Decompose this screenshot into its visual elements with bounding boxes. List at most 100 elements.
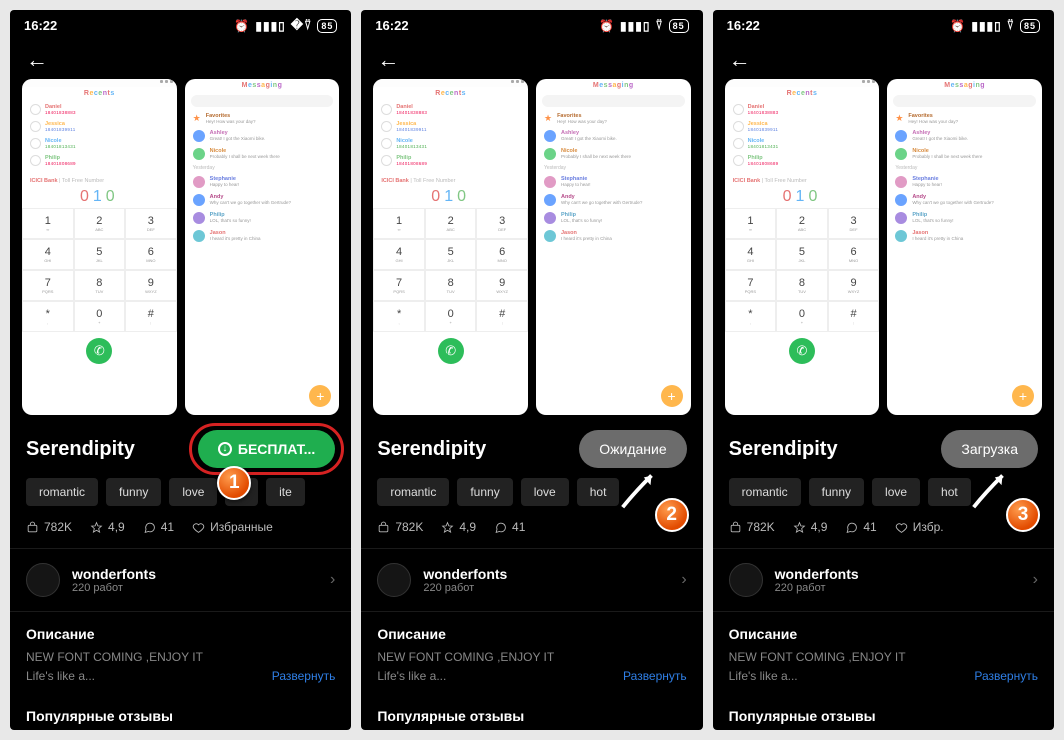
popular-reviews-heading: Популярные отзывы: [10, 690, 351, 724]
chevron-right-icon: ›: [330, 571, 335, 589]
wifi-icon: ⍢: [655, 18, 663, 33]
download-free-label: БЕСПЛАТ...: [238, 441, 315, 457]
alarm-icon: ⏰: [599, 19, 615, 33]
preview-messaging[interactable]: Messaging ★FavoritesHey! How was your da…: [887, 79, 1042, 415]
status-time: 16:22: [727, 18, 760, 33]
stat-comments: 41: [845, 520, 876, 534]
downloads-icon: [26, 521, 39, 534]
signal-icon: ▮▮▮▯: [971, 19, 1001, 33]
stat-downloads: 782K: [26, 520, 72, 534]
chevron-right-icon: ›: [1033, 571, 1038, 589]
back-button[interactable]: ←: [10, 37, 351, 79]
stat-rating: 4,9: [793, 520, 828, 534]
compose-fab-icon: +: [1012, 385, 1034, 407]
heart-icon: [192, 521, 205, 534]
tag-hot[interactable]: hot: [577, 478, 620, 506]
waiting-label: Ожидание: [599, 441, 666, 457]
stat-downloads: 782K: [377, 520, 423, 534]
tag-funny[interactable]: funny: [106, 478, 161, 506]
tag-love[interactable]: love: [521, 478, 569, 506]
star-icon: [90, 521, 103, 534]
description-heading: Описание: [10, 612, 351, 648]
wifi-icon: �⍢: [291, 18, 313, 33]
tag-funny[interactable]: funny: [457, 478, 512, 506]
expand-link[interactable]: Развернуть: [974, 667, 1038, 686]
description-heading: Описание: [361, 612, 702, 648]
preview-dialer[interactable]: Recents Daniel18401838883 Jessica1840183…: [22, 79, 177, 415]
preview-messaging[interactable]: Messaging ★FavoritesHey! How was your da…: [185, 79, 340, 415]
expand-link[interactable]: Развернуть: [272, 667, 336, 686]
author-avatar: [26, 563, 60, 597]
phone-screenshot-1: 16:22 ⏰ ▮▮▮▯ �⍢ 85 ← Recents Daniel18401…: [10, 10, 351, 730]
stat-downloads: 782K: [729, 520, 775, 534]
compose-fab-icon: +: [661, 385, 683, 407]
theme-title: Serendipity: [377, 438, 486, 461]
stat-favorite[interactable]: Избранные: [192, 520, 273, 534]
phone-screenshot-3: 16:22 ⏰▮▮▮▯⍢85 ← Recents Daniel184018388…: [713, 10, 1054, 730]
author-avatar: [377, 563, 411, 597]
status-time: 16:22: [375, 18, 408, 33]
tag-funny[interactable]: funny: [809, 478, 864, 506]
author-row[interactable]: wonderfonts220 работ ›: [361, 548, 702, 612]
preview-dialer[interactable]: Recents Daniel18401838883 Jessica1840183…: [373, 79, 528, 415]
call-icon: ✆: [86, 338, 112, 364]
status-icons: ⏰ ▮▮▮▯ �⍢ 85: [234, 18, 337, 33]
preview-messaging-title: Messaging: [185, 79, 340, 92]
loading-label: Загрузка: [961, 441, 1018, 457]
keypad: 1∞ 2ABC 3DEF 4GHI 5JKL 6MNO 7PQRS 8TUV 9…: [22, 208, 177, 332]
author-works: 220 работ: [72, 582, 318, 594]
theme-preview-carousel[interactable]: Recents Daniel18401838883 Jessica1840183…: [10, 79, 351, 415]
stats-row: 782K 4,9 41 Избранные: [10, 518, 351, 548]
back-button[interactable]: ←: [713, 37, 1054, 79]
author-avatar: [729, 563, 763, 597]
author-row[interactable]: wonderfonts 220 работ ›: [10, 548, 351, 612]
annotation-arrow: [615, 464, 663, 512]
tag-cute[interactable]: ite: [266, 478, 305, 506]
status-bar: 16:22 ⏰▮▮▮▯⍢85: [361, 10, 702, 37]
wifi-icon: ⍢: [1007, 18, 1015, 33]
tags-row: romantic funny love h ite: [10, 478, 351, 518]
compose-fab-icon: +: [309, 385, 331, 407]
tag-romantic[interactable]: romantic: [729, 478, 801, 506]
tag-romantic[interactable]: romantic: [26, 478, 98, 506]
tag-love[interactable]: love: [169, 478, 217, 506]
status-time: 16:22: [24, 18, 57, 33]
stat-rating: 4,9: [90, 520, 125, 534]
author-name: wonderfonts: [72, 566, 318, 582]
alarm-icon: ⏰: [950, 19, 966, 33]
step-badge-2: 2: [655, 498, 689, 532]
preview-dialer[interactable]: Recents Daniel18401838883 Jessica1840183…: [725, 79, 880, 415]
stat-comments: 41: [494, 520, 525, 534]
download-icon: ↓: [218, 442, 232, 456]
expand-link[interactable]: Развернуть: [623, 667, 687, 686]
preview-messaging[interactable]: Messaging ★FavoritesHey! How was your da…: [536, 79, 691, 415]
tag-hot[interactable]: hot: [928, 478, 971, 506]
preview-dialer-title: Recents: [22, 87, 177, 100]
stat-rating: 4,9: [441, 520, 476, 534]
status-icons: ⏰▮▮▮▯⍢85: [599, 18, 689, 33]
theme-preview-carousel[interactable]: Recents Daniel18401838883 Jessica1840183…: [361, 79, 702, 415]
back-button[interactable]: ←: [361, 37, 702, 79]
battery-icon: 85: [669, 19, 689, 33]
theme-title: Serendipity: [26, 438, 135, 461]
author-row[interactable]: wonderfonts220 работ ›: [713, 548, 1054, 612]
battery-icon: 85: [317, 19, 337, 33]
tag-romantic[interactable]: romantic: [377, 478, 449, 506]
waiting-button[interactable]: Ожидание: [579, 430, 686, 468]
description-text: NEW FONT COMING ,ENJOY ITLife's like a..…: [729, 648, 906, 686]
loading-button[interactable]: Загрузка: [941, 430, 1038, 468]
stat-favorite[interactable]: Избр.: [895, 520, 944, 534]
stat-comments: 41: [143, 520, 174, 534]
popular-reviews-heading: Популярные отзывы: [361, 690, 702, 724]
description-heading: Описание: [713, 612, 1054, 648]
call-icon: ✆: [438, 338, 464, 364]
download-free-button[interactable]: ↓ БЕСПЛАТ...: [198, 430, 335, 468]
status-icons: ⏰▮▮▮▯⍢85: [950, 18, 1040, 33]
comments-icon: [143, 521, 156, 534]
popular-reviews-heading: Популярные отзывы: [713, 690, 1054, 724]
theme-preview-carousel[interactable]: Recents Daniel18401838883 Jessica1840183…: [713, 79, 1054, 415]
tag-love[interactable]: love: [872, 478, 920, 506]
phone-screenshot-2: 16:22 ⏰▮▮▮▯⍢85 ← Recents Daniel184018388…: [361, 10, 702, 730]
signal-icon: ▮▮▮▯: [255, 19, 285, 33]
annotation-arrow: [966, 464, 1014, 512]
